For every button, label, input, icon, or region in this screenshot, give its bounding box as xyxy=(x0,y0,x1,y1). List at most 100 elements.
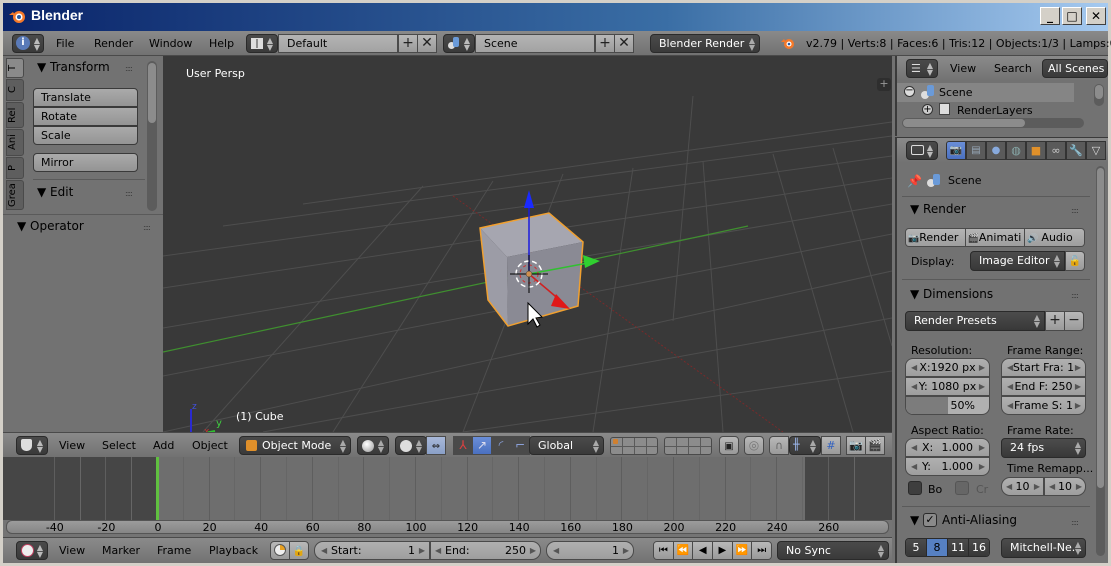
increment-arrow-icon[interactable]: ▶ xyxy=(979,359,985,376)
jump-to-keyframe-back-button[interactable]: ⏪ xyxy=(673,542,694,559)
drag-grip-icon[interactable]: :::: xyxy=(1071,518,1079,527)
3d-viewport[interactable]: User Persp (1) Cube z y x + xyxy=(163,56,892,432)
rotate-button[interactable]: Rotate xyxy=(33,107,138,126)
delete-screen-button[interactable]: ✕ xyxy=(417,34,437,53)
timeline-editor[interactable]: -40 -20 0 20 40 60 80 100 120 140 160 180 200 220 240 2… xyxy=(3,457,892,537)
proportional-edit-button[interactable]: ◎ xyxy=(744,436,764,455)
tab-constraints[interactable]: ∞ xyxy=(1046,141,1066,160)
editor-type-selector[interactable]: ▲ ▼ xyxy=(16,436,48,455)
increment-arrow-icon[interactable]: ▶ xyxy=(979,378,985,395)
dimensions-panel-header[interactable]: ▼ Dimensions xyxy=(910,287,993,301)
decrement-arrow-icon[interactable]: ◀ xyxy=(911,378,917,395)
lock-interface-button[interactable]: 🔓 xyxy=(1065,251,1085,271)
tab-render-layers[interactable]: ▤ xyxy=(966,141,986,160)
scrollbar-thumb[interactable] xyxy=(148,63,156,123)
decrement-arrow-icon[interactable]: ◀ xyxy=(321,542,327,559)
tab-grease-pencil[interactable]: Grea xyxy=(6,180,24,210)
render-panel-header[interactable]: ▼ Render xyxy=(910,202,966,216)
increment-arrow-icon[interactable]: ▶ xyxy=(1034,478,1040,495)
increment-arrow-icon[interactable]: ▶ xyxy=(1076,478,1082,495)
editor-type-selector[interactable]: ▲ ▼ xyxy=(906,141,938,160)
decrement-arrow-icon[interactable]: ◀ xyxy=(553,542,559,559)
start-frame-field[interactable]: ◀ Start Fra: 1 ▶ xyxy=(1001,358,1086,377)
end-frame-field[interactable]: ◀ End: 250 ▶ xyxy=(430,541,541,560)
decrement-arrow-icon[interactable]: ◀ xyxy=(1007,378,1013,395)
increment-arrow-icon[interactable]: ▶ xyxy=(979,458,985,475)
lock-time-range-button[interactable]: 🔒 xyxy=(289,541,309,560)
add-preset-button[interactable]: + xyxy=(1045,311,1065,331)
scene-selector[interactable]: ▲ ▼ xyxy=(443,34,475,53)
aa-sample-option[interactable]: 5 xyxy=(906,539,927,556)
scale-button[interactable]: Scale xyxy=(33,126,138,145)
increment-arrow-icon[interactable]: ▶ xyxy=(419,542,425,559)
tab-object[interactable]: ■ xyxy=(1026,141,1046,160)
snap-target-button[interactable]: # xyxy=(821,436,841,455)
manipulator-toggle[interactable]: ⅄ xyxy=(453,436,473,455)
y-arrow-icon[interactable] xyxy=(583,255,600,268)
increment-arrow-icon[interactable]: ▶ xyxy=(530,542,536,559)
pin-icon[interactable]: 📌 xyxy=(907,174,922,188)
layers-grid-2[interactable] xyxy=(664,437,712,455)
translate-button[interactable]: Translate xyxy=(33,88,138,107)
operator-panel-header[interactable]: ▼ Operator xyxy=(17,219,84,233)
time-remap-old-field[interactable]: ◀ 10 ▶ xyxy=(1001,477,1044,496)
close-button[interactable]: ✕ xyxy=(1086,7,1106,25)
menu-window[interactable]: Window xyxy=(149,37,192,50)
jump-to-end-button[interactable]: ⏭ xyxy=(752,542,771,559)
remove-preset-button[interactable]: − xyxy=(1064,311,1084,331)
use-preview-range-button[interactable] xyxy=(270,541,290,560)
decrement-arrow-icon[interactable]: ◀ xyxy=(1007,359,1013,376)
lock-layers-button[interactable]: ▣ xyxy=(719,436,739,455)
translate-manipulator-button[interactable]: ↗ xyxy=(472,436,492,455)
decrement-arrow-icon[interactable]: ◀ xyxy=(911,439,917,456)
render-audio-button[interactable]: 🔊 Audio xyxy=(1025,229,1084,246)
increment-arrow-icon[interactable]: ▶ xyxy=(979,439,985,456)
play-button[interactable]: ▶ xyxy=(713,542,733,559)
delete-scene-button[interactable]: ✕ xyxy=(614,34,634,53)
start-frame-field[interactable]: ◀ Start: 1 ▶ xyxy=(314,541,430,560)
menu-file[interactable]: File xyxy=(56,37,74,50)
jump-to-keyframe-forward-button[interactable]: ⏩ xyxy=(732,542,753,559)
display-mode-selector[interactable]: All Scenes xyxy=(1042,59,1108,78)
increment-arrow-icon[interactable]: ▶ xyxy=(1075,359,1081,376)
end-frame-field[interactable]: ◀ End F: 250 ▶ xyxy=(1001,377,1086,396)
mirror-button[interactable]: Mirror xyxy=(33,153,138,172)
menu-help[interactable]: Help xyxy=(209,37,234,50)
anti-aliasing-panel-header[interactable]: ▼ xyxy=(910,513,919,527)
add-scene-button[interactable]: + xyxy=(595,34,615,53)
snap-element-selector[interactable]: ╫ ▲ ▼ xyxy=(789,436,821,455)
menu-view[interactable]: View xyxy=(59,544,85,557)
minimize-button[interactable]: _ xyxy=(1040,7,1060,25)
mode-selector[interactable]: Object Mode ▲ ▼ xyxy=(239,436,351,455)
editor-type-selector[interactable]: i ▲ ▼ xyxy=(12,34,44,53)
current-frame-field[interactable]: ◀ 1 ▶ xyxy=(546,541,634,560)
maximize-button[interactable]: □ xyxy=(1062,7,1082,25)
tab-create[interactable]: C xyxy=(6,79,24,101)
time-remap-new-field[interactable]: ◀ 10 ▶ xyxy=(1044,477,1086,496)
transform-panel-header[interactable]: ▼ Transform xyxy=(37,60,110,74)
menu-view[interactable]: View xyxy=(950,62,976,75)
pivot-align-toggle[interactable]: ⇔ xyxy=(426,436,446,455)
menu-playback[interactable]: Playback xyxy=(209,544,258,557)
screen-layout-selector[interactable]: ▲ ▼ xyxy=(246,34,278,53)
snap-toggle[interactable]: ∩ xyxy=(769,436,789,455)
border-checkbox[interactable] xyxy=(908,481,922,495)
menu-add[interactable]: Add xyxy=(153,439,174,452)
current-frame-indicator[interactable] xyxy=(156,457,159,520)
properties-region-toggle[interactable]: + xyxy=(877,78,891,91)
frame-rate-selector[interactable]: 24 fps ▲ ▼ xyxy=(1001,438,1086,458)
aa-sample-option[interactable]: 16 xyxy=(969,539,989,556)
aspect-x-field[interactable]: ◀ X: 1.000 ▶ xyxy=(905,438,990,457)
decrement-arrow-icon[interactable]: ◀ xyxy=(1007,397,1013,414)
render-image-button[interactable]: 📷Render xyxy=(906,229,966,246)
render-engine-selector[interactable]: Blender Render ▲ ▼ xyxy=(650,34,760,53)
menu-render[interactable]: Render xyxy=(94,37,133,50)
render-animation-button[interactable]: 🎬Animati xyxy=(965,229,1026,246)
menu-marker[interactable]: Marker xyxy=(102,544,140,557)
outliner-row-scene[interactable]: − Scene xyxy=(897,83,1074,102)
toolshelf-scrollbar[interactable] xyxy=(147,61,157,211)
z-arrow-icon[interactable] xyxy=(524,190,534,208)
rotate-manipulator-button[interactable]: ◜ xyxy=(491,436,511,455)
increment-arrow-icon[interactable]: ▶ xyxy=(623,542,629,559)
render-presets-selector[interactable]: Render Presets ▲ ▼ xyxy=(905,311,1045,331)
